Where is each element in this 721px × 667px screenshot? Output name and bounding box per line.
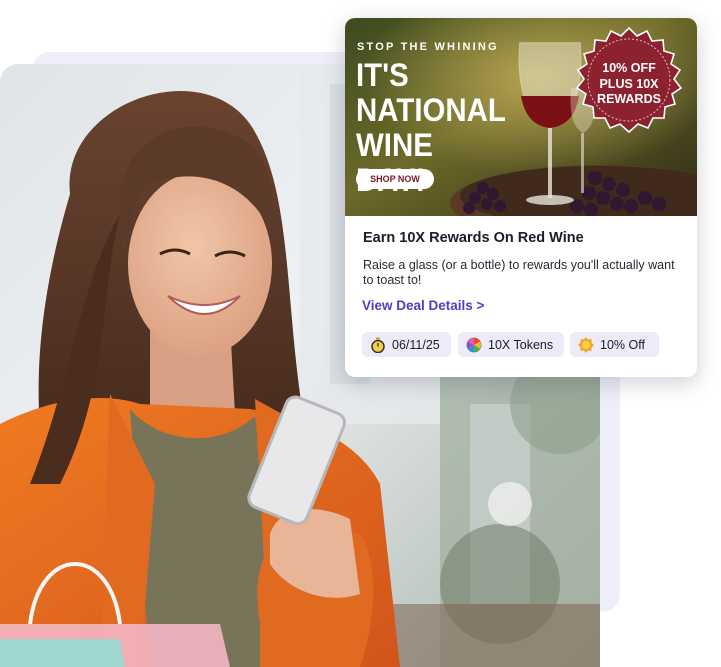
- tokens-label: 10X Tokens: [488, 337, 554, 352]
- promo-card[interactable]: STOP THE WHINING IT'S NATIONAL WINE DAY!…: [345, 18, 697, 377]
- seal-line-1: 10% OFF: [602, 61, 656, 75]
- view-deal-details-link[interactable]: View Deal Details >: [362, 298, 484, 313]
- discount-badge-icon: [578, 336, 594, 353]
- discount-chip: 10% Off: [570, 332, 659, 357]
- tokens-chip: 10X Tokens: [458, 332, 564, 357]
- banner-kicker: STOP THE WHINING: [357, 41, 499, 53]
- discount-label: 10% Off: [600, 337, 645, 352]
- promo-banner-image[interactable]: STOP THE WHINING IT'S NATIONAL WINE DAY!…: [345, 18, 697, 216]
- shop-now-button[interactable]: SHOP NOW: [356, 169, 434, 189]
- seal-text: 10% OFF PLUS 10X REWARDS: [581, 61, 677, 108]
- seal-line-3: REWARDS: [597, 92, 661, 106]
- expiry-date-chip: 06/11/25: [362, 332, 451, 357]
- token-wheel-icon: [466, 337, 482, 352]
- seal-line-2: PLUS 10X: [599, 76, 659, 91]
- expiry-date-label: 06/11/25: [392, 337, 440, 352]
- stopwatch-icon: [371, 337, 385, 353]
- deal-description: Raise a glass (or a bottle) to rewards y…: [363, 258, 675, 287]
- deal-title: Earn 10X Rewards On Red Wine: [363, 230, 584, 246]
